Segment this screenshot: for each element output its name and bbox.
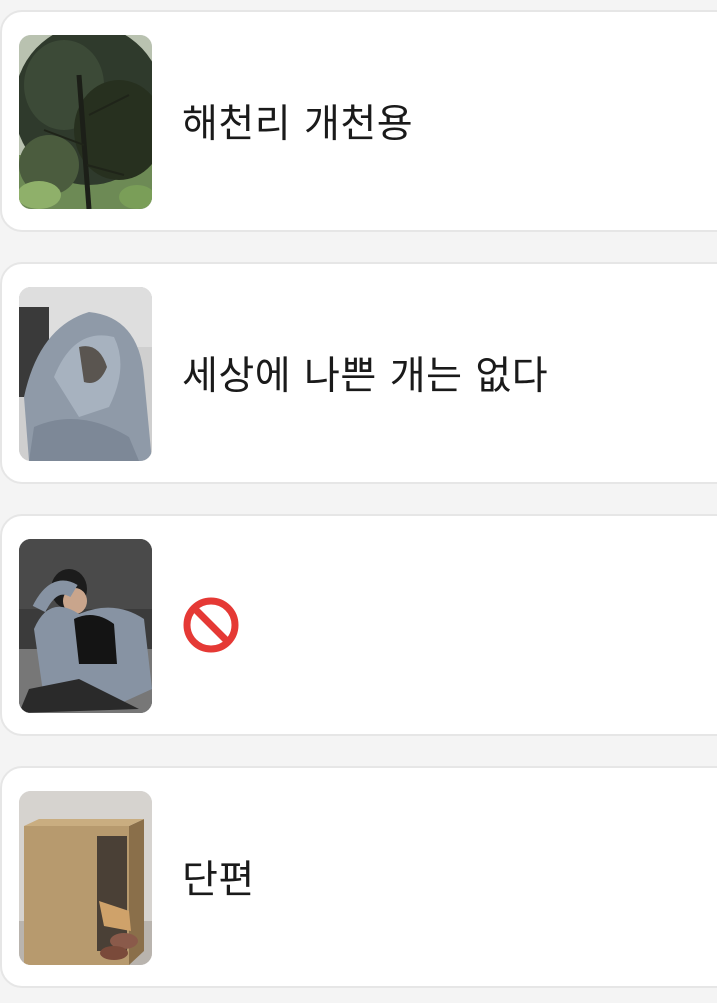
item-title: 세상에 나쁜 개는 없다: [182, 354, 549, 399]
list-item[interactable]: 해천리 개천용: [0, 10, 717, 232]
list-item[interactable]: 세상에 나쁜 개는 없다: [0, 262, 717, 484]
tree-photo-thumbnail: [19, 35, 152, 209]
reclining-person-photo-thumbnail: [19, 539, 152, 713]
person-in-box-photo-thumbnail: [19, 791, 152, 965]
hooded-person-photo-thumbnail: [19, 287, 152, 461]
prohibited-icon: [183, 597, 239, 653]
list-item[interactable]: [0, 514, 717, 736]
list-item[interactable]: 단편: [0, 766, 717, 988]
item-title: 단편: [182, 858, 255, 903]
story-list: 해천리 개천용 세상에 나쁜 개는 없다 단편: [0, 0, 717, 1003]
item-title: 해천리 개천용: [182, 102, 414, 147]
